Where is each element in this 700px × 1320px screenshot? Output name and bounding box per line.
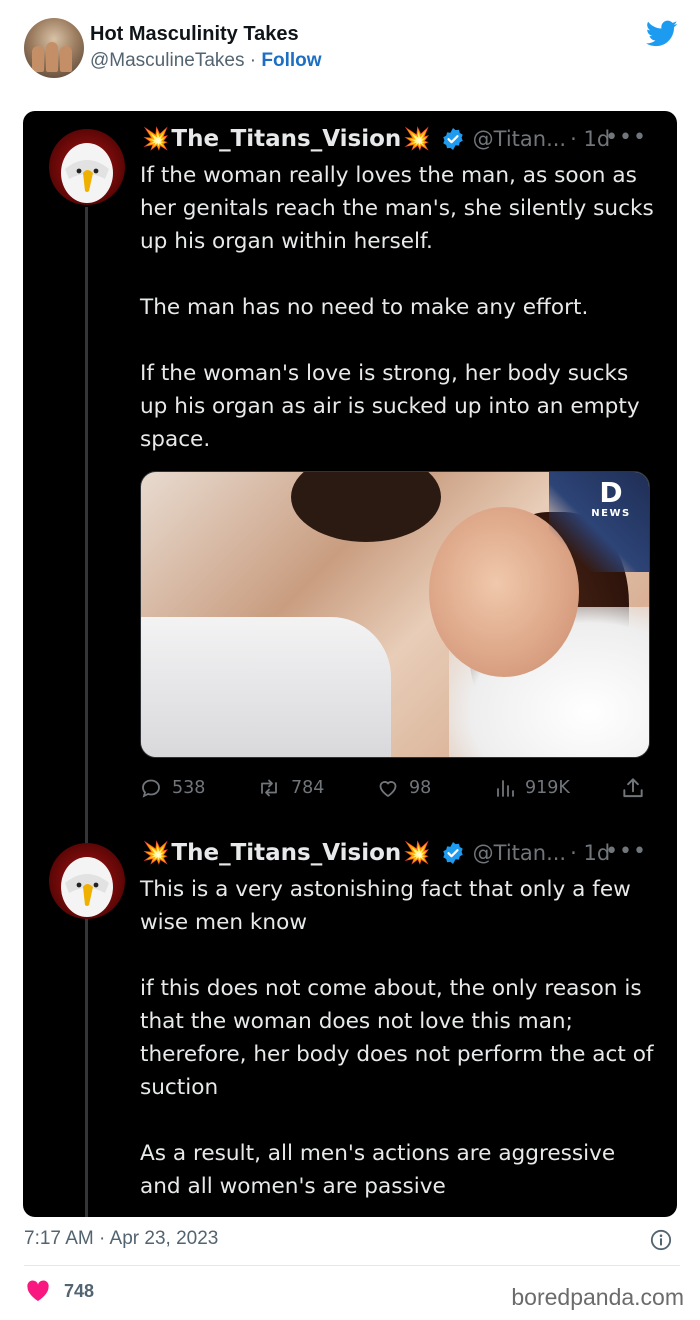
news-logo-label: NEWS <box>591 508 631 519</box>
tweet-media-image[interactable]: D NEWS <box>140 471 650 758</box>
author-name[interactable]: The_Titans_Vision <box>171 840 401 866</box>
retweet-icon <box>261 779 277 797</box>
like-button[interactable]: 98 <box>375 773 431 803</box>
info-icon[interactable] <box>650 1229 672 1251</box>
tweet-header: 💥 The_Titans_Vision 💥 @Titan... · 1d <box>140 837 610 869</box>
account-handle[interactable]: @MasculineTakes <box>90 50 244 71</box>
discovery-news-logo: D NEWS <box>581 476 641 520</box>
tweet-timestamp[interactable]: 7:17 AM · Apr 23, 2023 <box>24 1228 218 1250</box>
twitter-bird-icon[interactable] <box>646 20 678 48</box>
handle-separator: · <box>244 50 262 71</box>
burst-emoji-left: 💥 <box>142 126 170 152</box>
reply-icon <box>142 779 160 798</box>
tweet-paragraph: As a result, all men's actions are aggre… <box>140 1141 616 1199</box>
author-handle[interactable]: @Titan... <box>473 841 566 865</box>
news-logo-mark: D <box>599 476 623 509</box>
verified-badge-icon <box>442 842 463 864</box>
eagle-avatar[interactable] <box>49 129 125 205</box>
eagle-icon <box>61 857 113 917</box>
views-chart-icon <box>497 780 514 797</box>
tweet-text: This is a very astonishing fact that onl… <box>140 873 660 1203</box>
tweet-2[interactable]: 💥 The_Titans_Vision 💥 @Titan... · 1d •••… <box>23 825 677 1217</box>
burst-emoji-right: 💥 <box>403 840 431 866</box>
account-avatar[interactable] <box>24 18 84 78</box>
tweet-1[interactable]: 💥 The_Titans_Vision 💥 @Titan... · 1d •••… <box>23 111 677 825</box>
eagle-icon <box>61 143 113 203</box>
burst-emoji-right: 💥 <box>403 126 431 152</box>
author-handle[interactable]: @Titan... <box>473 127 566 151</box>
reply-button[interactable]: 538 <box>138 773 205 803</box>
like-count: 98 <box>409 778 432 798</box>
heart-icon <box>27 1280 49 1301</box>
tweet-actions: 538 784 98 919K <box>138 773 650 803</box>
tweet-paragraph: If the woman really loves the man, as so… <box>140 163 654 254</box>
eagle-avatar[interactable] <box>49 843 125 919</box>
tweet-paragraph: This is a very astonishing fact that onl… <box>140 877 631 935</box>
reply-count: 538 <box>172 778 206 798</box>
retweet-count: 784 <box>291 778 325 798</box>
more-options-icon[interactable]: ••• <box>605 839 647 864</box>
share-icon <box>623 778 643 798</box>
verified-badge-icon <box>442 128 463 150</box>
heart-icon <box>379 781 397 798</box>
embed-header: Hot Masculinity Takes @MasculineTakes · … <box>24 18 680 80</box>
burst-emoji-left: 💥 <box>142 840 170 866</box>
retweet-button[interactable]: 784 <box>255 773 324 803</box>
embed-like-count: 748 <box>64 1280 95 1301</box>
account-handle-row: @MasculineTakes · Follow <box>90 50 322 72</box>
author-name[interactable]: The_Titans_Vision <box>171 126 401 152</box>
views-count: 919K <box>525 778 570 798</box>
account-display-name[interactable]: Hot Masculinity Takes <box>90 23 299 46</box>
tweet-header: 💥 The_Titans_Vision 💥 @Titan... · 1d <box>140 123 610 155</box>
tweet-paragraph: if this does not come about, the only re… <box>140 976 654 1100</box>
tweet-paragraph: If the woman's love is strong, her body … <box>140 361 640 452</box>
more-options-icon[interactable]: ••• <box>605 125 647 150</box>
follow-button[interactable]: Follow <box>261 50 321 71</box>
share-button[interactable] <box>620 773 654 803</box>
views-button[interactable]: 919K <box>493 773 570 803</box>
embed-like-button[interactable]: 748 <box>26 1280 94 1302</box>
tweet-screenshot: 💥 The_Titans_Vision 💥 @Titan... · 1d •••… <box>23 111 677 1217</box>
boredpanda-watermark: boredpanda.com <box>511 1284 684 1310</box>
footer-divider <box>24 1265 680 1266</box>
tweet-paragraph: The man has no need to make any effort. <box>140 295 589 320</box>
tweet-text: If the woman really loves the man, as so… <box>140 159 660 456</box>
